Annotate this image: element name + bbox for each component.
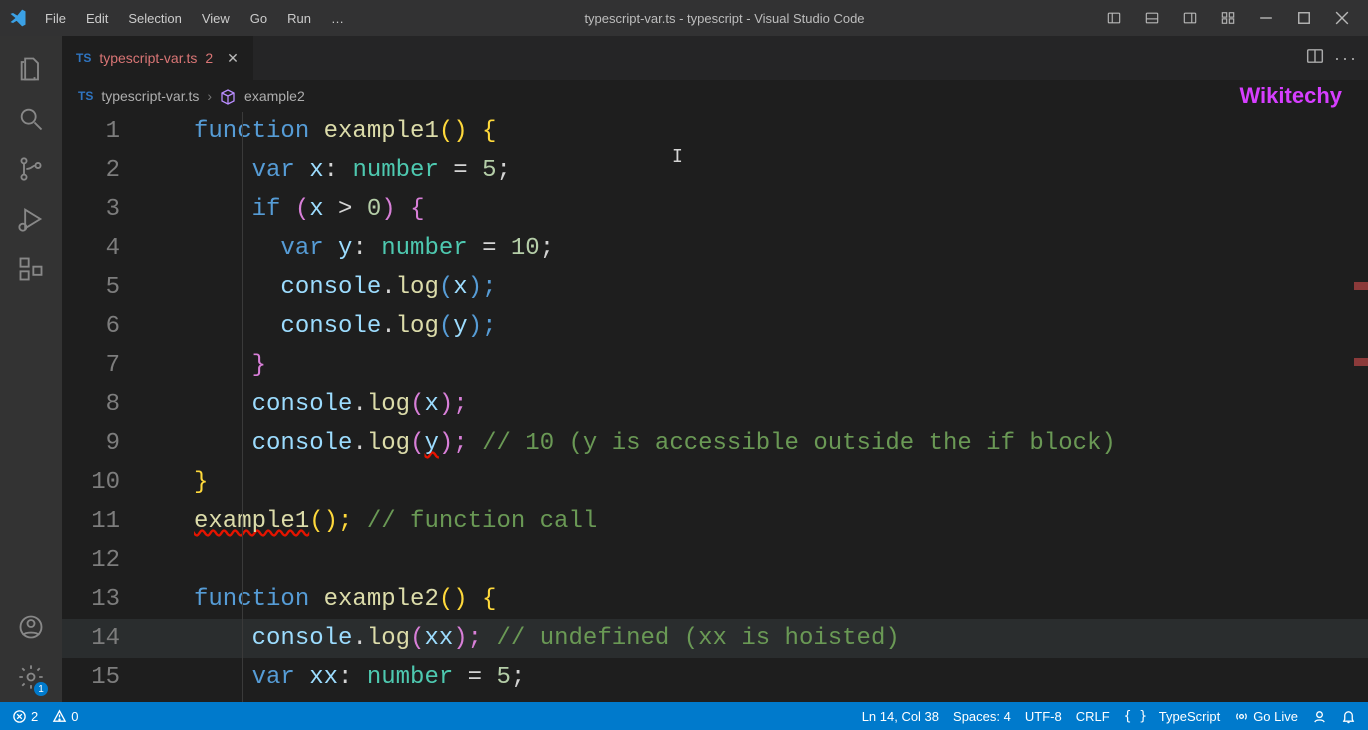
window-close-button[interactable] — [1324, 3, 1360, 33]
breadcrumb-bar: TS typescript-var.ts › example2 Wikitech… — [62, 80, 1368, 112]
activity-search-icon[interactable] — [0, 94, 62, 144]
chevron-right-icon: › — [207, 88, 212, 104]
line-number: 5 — [62, 268, 158, 307]
menu-go[interactable]: Go — [241, 7, 276, 30]
tab-typescript-var[interactable]: TS typescript-var.ts 2 ✕ — [62, 36, 254, 80]
text-cursor-icon: I — [672, 146, 683, 167]
title-bar: File Edit Selection View Go Run … typesc… — [0, 0, 1368, 36]
menu-bar: File Edit Selection View Go Run … — [36, 7, 353, 30]
line-number: 8 — [62, 385, 158, 424]
menu-selection[interactable]: Selection — [119, 7, 190, 30]
line-number: 13 — [62, 580, 158, 619]
menu-run[interactable]: Run — [278, 7, 320, 30]
line-number: 7 — [62, 346, 158, 385]
symbol-function-icon — [220, 87, 236, 104]
window-title: typescript-var.ts - typescript - Visual … — [353, 11, 1096, 26]
window-maximize-button[interactable] — [1286, 3, 1322, 33]
line-number: 14 — [62, 619, 158, 658]
line-number: 2 — [62, 151, 158, 190]
activity-extensions-icon[interactable] — [0, 244, 62, 294]
menu-view[interactable]: View — [193, 7, 239, 30]
activity-run-debug-icon[interactable] — [0, 194, 62, 244]
activity-bar: 1 — [0, 36, 62, 702]
status-eol[interactable]: CRLF — [1076, 709, 1110, 724]
activity-explorer-icon[interactable] — [0, 44, 62, 94]
line-number: 4 — [62, 229, 158, 268]
editor-tabs: TS typescript-var.ts 2 ✕ ··· — [62, 36, 1368, 80]
activity-account-icon[interactable] — [0, 602, 62, 652]
line-number: 12 — [62, 541, 158, 580]
line-number: 15 — [62, 658, 158, 697]
line-number: 11 — [62, 502, 158, 541]
status-warnings[interactable]: 0 — [52, 709, 78, 724]
activity-source-control-icon[interactable] — [0, 144, 62, 194]
ts-file-icon: TS — [76, 51, 91, 65]
layout-toggle-panel-right-icon[interactable] — [1172, 3, 1208, 33]
status-language[interactable]: { } TypeScript — [1124, 709, 1221, 724]
menu-edit[interactable]: Edit — [77, 7, 117, 30]
settings-update-badge: 1 — [34, 682, 48, 696]
status-cursor-position[interactable]: Ln 14, Col 38 — [862, 709, 939, 724]
menu-more[interactable]: … — [322, 7, 353, 30]
overview-ruler[interactable] — [1354, 112, 1368, 702]
ts-file-icon: TS — [78, 89, 93, 103]
status-bar: 2 0 Ln 14, Col 38 Spaces: 4 UTF-8 CRLF {… — [0, 702, 1368, 730]
status-errors[interactable]: 2 — [12, 709, 38, 724]
tab-filename: typescript-var.ts — [99, 50, 197, 66]
status-indent[interactable]: Spaces: 4 — [953, 709, 1011, 724]
status-feedback-icon[interactable] — [1312, 709, 1327, 724]
line-number: 9 — [62, 424, 158, 463]
editor[interactable]: I 1function example1() { 2 var x: number… — [62, 112, 1368, 702]
activity-settings-icon[interactable]: 1 — [0, 652, 62, 702]
line-number: 10 — [62, 463, 158, 502]
breadcrumb-symbol[interactable]: example2 — [244, 88, 305, 104]
window-minimize-button[interactable] — [1248, 3, 1284, 33]
vscode-logo-icon — [0, 8, 36, 28]
editor-area: TS typescript-var.ts 2 ✕ ··· TS typescri… — [62, 36, 1368, 702]
editor-more-icon[interactable]: ··· — [1334, 48, 1358, 69]
title-right-controls — [1096, 3, 1360, 33]
layout-toggle-panel-left-icon[interactable] — [1096, 3, 1132, 33]
line-number: 6 — [62, 307, 158, 346]
breadcrumb-file[interactable]: typescript-var.ts — [101, 88, 199, 104]
line-number: 3 — [62, 190, 158, 229]
menu-file[interactable]: File — [36, 7, 75, 30]
status-bell-icon[interactable] — [1341, 709, 1356, 724]
layout-toggle-panel-bottom-icon[interactable] — [1134, 3, 1170, 33]
layout-customize-icon[interactable] — [1210, 3, 1246, 33]
tab-close-icon[interactable]: ✕ — [227, 50, 239, 67]
tab-problem-count: 2 — [205, 50, 213, 66]
workbench: 1 TS typescript-var.ts 2 ✕ ··· TS typesc… — [0, 36, 1368, 702]
watermark-text: Wikitechy — [1239, 83, 1352, 109]
split-editor-icon[interactable] — [1306, 47, 1324, 70]
line-number: 1 — [62, 112, 158, 151]
status-go-live[interactable]: Go Live — [1234, 709, 1298, 724]
status-encoding[interactable]: UTF-8 — [1025, 709, 1062, 724]
